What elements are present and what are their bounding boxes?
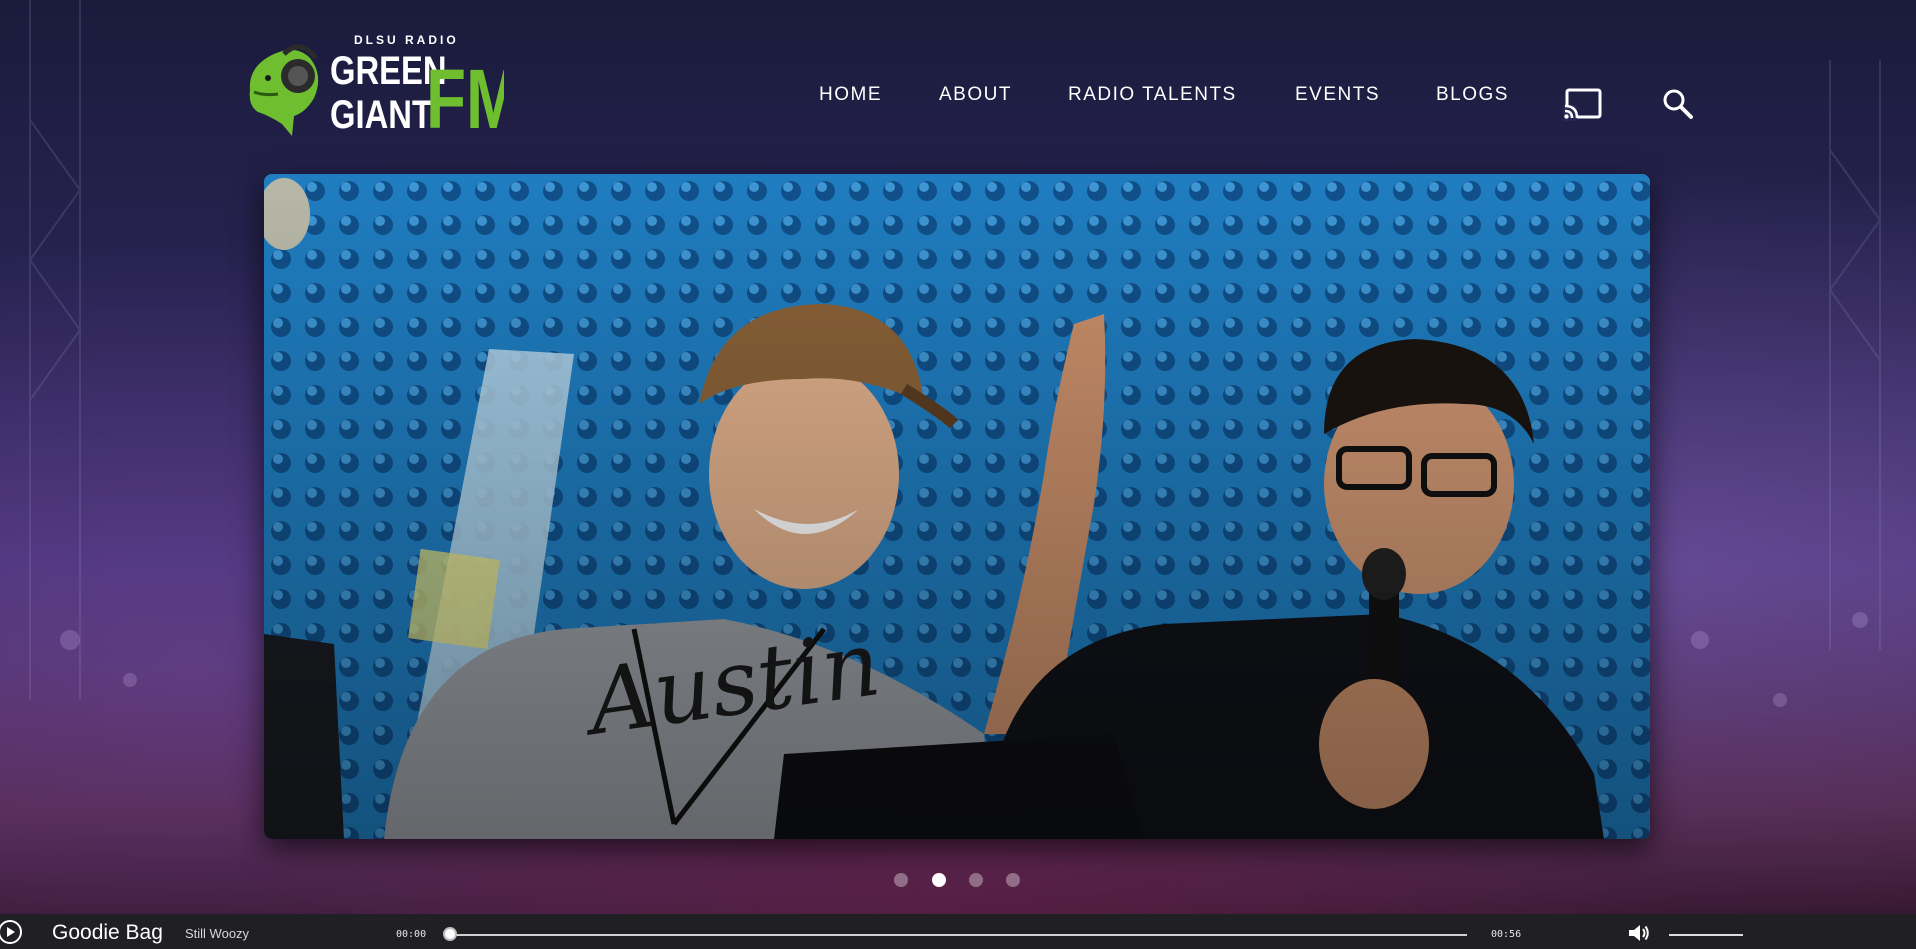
nav-blogs[interactable]: BLOGS: [1436, 84, 1509, 106]
carousel-dot-4[interactable]: [1006, 873, 1020, 887]
carousel-dot-2[interactable]: [932, 873, 946, 887]
nav-events[interactable]: EVENTS: [1295, 84, 1380, 106]
track-artist: Still Woozy: [185, 926, 250, 941]
nav-radio-talents[interactable]: RADIO TALENTS: [1068, 84, 1237, 106]
seek-handle[interactable]: [443, 927, 457, 941]
current-time: 00:00: [396, 929, 427, 940]
cast-icon[interactable]: [1563, 87, 1603, 121]
logo-top-text: DLSU RADIO: [354, 33, 459, 47]
play-icon[interactable]: [0, 920, 22, 944]
nav-about[interactable]: ABOUT: [939, 84, 1012, 106]
volume-slider[interactable]: [1669, 934, 1743, 936]
main-navigation: HOME ABOUT RADIO TALENTS EVENTS BLOGS: [0, 84, 1916, 121]
seek-bar[interactable]: [450, 934, 1467, 936]
track-duration: 00:56: [1491, 929, 1522, 940]
carousel-dot-3[interactable]: [969, 873, 983, 887]
carousel-pagination: [0, 873, 1916, 889]
hero-carousel-slide[interactable]: Austin: [264, 174, 1650, 839]
search-icon[interactable]: [1662, 88, 1694, 120]
volume-icon[interactable]: [1627, 923, 1651, 943]
hero-image: Austin: [264, 174, 1650, 839]
track-title: Goodie Bag: [52, 921, 163, 944]
carousel-dot-1[interactable]: [894, 873, 908, 887]
audio-player-bar: Goodie Bag Still Woozy 00:00 00:56: [0, 914, 1916, 949]
nav-home[interactable]: HOME: [819, 84, 882, 106]
